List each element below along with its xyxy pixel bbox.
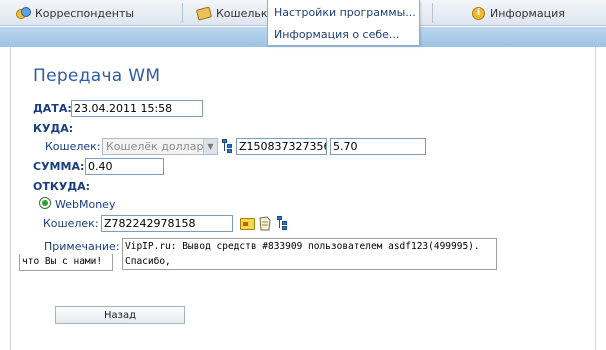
nav-divider: [182, 3, 183, 23]
note-line-1: VipIP.ru: Вывод средств #833909 пользова…: [125, 241, 480, 267]
note-field[interactable]: VipIP.ru: Вывод средств #833909 пользова…: [122, 238, 497, 270]
to-wallet-label: Кошелек:: [45, 140, 101, 153]
settings-dropdown: Настройки программы... Информация о себе…: [267, 0, 420, 46]
nav-wallets[interactable]: Кошельк: [195, 0, 268, 26]
chevron-down-icon: ▼: [203, 139, 217, 154]
nav-correspondents[interactable]: Корреспонденты: [16, 0, 134, 26]
nav-wallets-label: Кошельк: [216, 6, 268, 20]
date-label: ДАТА:: [33, 102, 72, 115]
back-button[interactable]: Назад: [55, 306, 185, 324]
from-wallet-label: Кошелек:: [43, 217, 99, 230]
webmoney-radio-label: WebMoney: [55, 198, 116, 211]
people-icon: [16, 7, 31, 19]
nav-divider: [432, 3, 433, 23]
wallet-icon: [195, 5, 213, 21]
note-label: Примечание:: [44, 240, 120, 253]
sum-field[interactable]: 0.40: [85, 158, 164, 175]
nav-info-label: Информация: [490, 6, 565, 20]
purse-tree-icon[interactable]: [222, 139, 234, 153]
purse-tree-icon[interactable]: [277, 216, 289, 230]
menu-item-about-me[interactable]: Информация о себе...: [274, 28, 399, 41]
date-field[interactable]: 23.04.2011 15:58: [71, 100, 203, 117]
wallet-select[interactable]: Кошелёк доллары ▼: [102, 138, 218, 155]
nav-correspondents-label: Корреспонденты: [35, 6, 135, 20]
page-title: Передача WM: [33, 66, 161, 86]
wallet-select-value: Кошелёк доллары: [106, 140, 213, 153]
id-card-icon[interactable]: [240, 218, 255, 230]
sum-label: СУММА:: [33, 160, 85, 173]
from-label: ОТКУДА:: [33, 180, 91, 193]
note-line-2: что Вы с нами!: [22, 256, 103, 267]
menu-item-program-settings[interactable]: Настройки программы...: [274, 6, 416, 19]
document-icon[interactable]: [259, 216, 271, 231]
back-button-label: Назад: [103, 309, 136, 321]
to-label: КУДА:: [33, 122, 74, 135]
nav-info[interactable]: i Информация: [472, 0, 565, 26]
to-purse-field[interactable]: Z150837327356: [236, 138, 327, 155]
from-purse-field[interactable]: Z782242978158: [101, 215, 233, 232]
to-amount-field[interactable]: 5.70: [330, 138, 426, 155]
webmoney-radio[interactable]: [39, 197, 51, 209]
info-icon: i: [472, 6, 485, 20]
